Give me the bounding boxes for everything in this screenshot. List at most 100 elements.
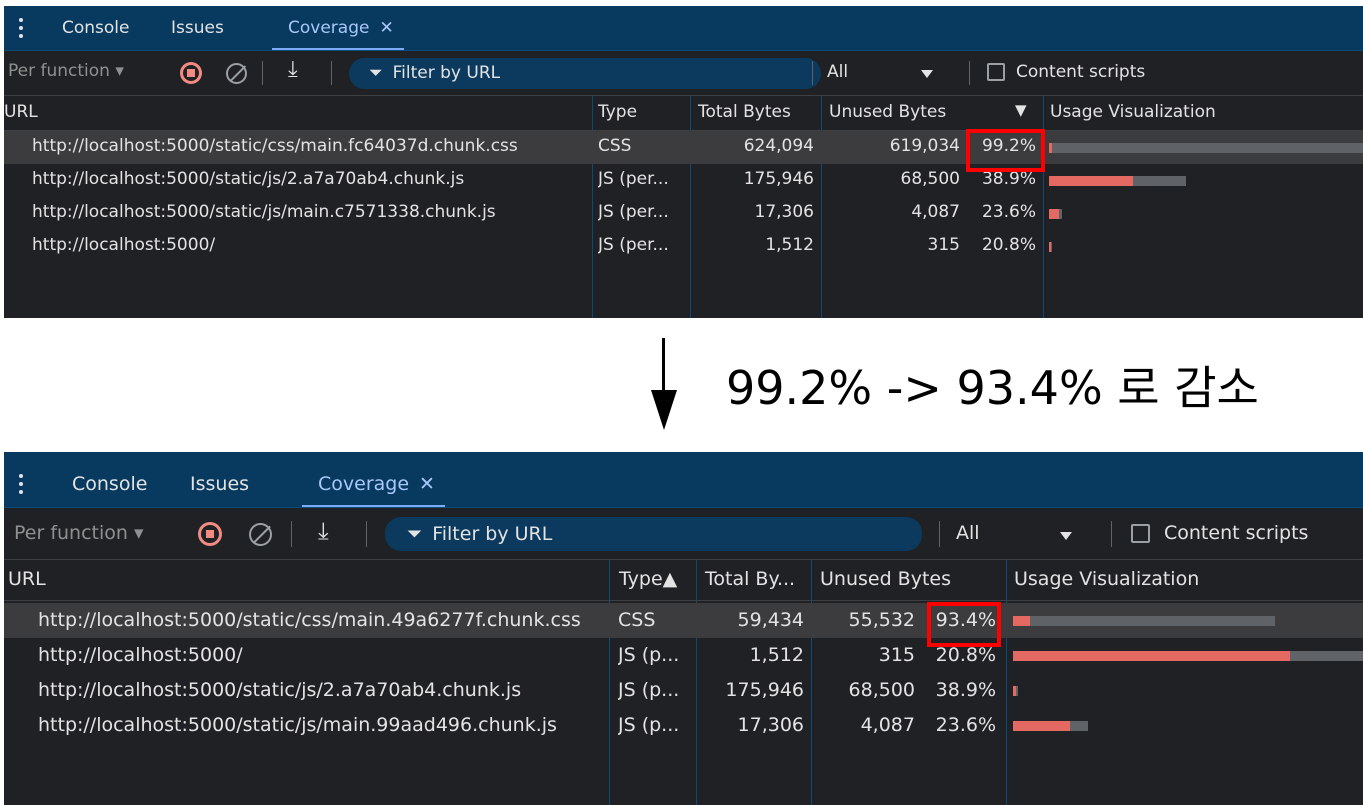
type-cell: JS (per... bbox=[598, 235, 669, 255]
usage-bar-used bbox=[1013, 650, 1291, 661]
usage-bar-unused bbox=[1051, 142, 1363, 153]
per-function-dropdown[interactable]: Per function ▾ bbox=[8, 61, 124, 81]
table-row[interactable]: http://localhost:5000/JS (per... 1,512 315… bbox=[4, 230, 1363, 263]
unused-percent-cell: 38.9% bbox=[981, 169, 1036, 189]
unused-percent-cell: 23.6% bbox=[981, 202, 1036, 222]
column-url[interactable]: URL bbox=[8, 568, 46, 590]
content-scripts-checkbox[interactable] bbox=[1131, 524, 1150, 543]
table-header: URL Type▲ Total By... Unused Bytes Usage… bbox=[4, 560, 1363, 601]
column-total-bytes[interactable]: Total Bytes bbox=[698, 102, 791, 122]
filter-icon: ⏷ bbox=[369, 63, 383, 83]
table-row[interactable]: http://localhost:5000/static/js/2.a7a70a… bbox=[4, 673, 1363, 708]
column-usage-visualization[interactable]: Usage Visualization bbox=[1050, 102, 1216, 122]
usage-bar-used bbox=[1013, 685, 1017, 696]
toolbar-divider bbox=[331, 61, 332, 85]
unused-percent-cell: 20.8% bbox=[935, 644, 996, 666]
tab-issues[interactable]: Issues bbox=[190, 452, 249, 507]
total-bytes-cell: 175,946 bbox=[725, 679, 804, 701]
clear-icon[interactable] bbox=[226, 63, 247, 84]
column-type[interactable]: Type▲ bbox=[619, 568, 677, 590]
tab-coverage-label: Coverage bbox=[318, 473, 410, 495]
download-icon[interactable]: ⤓ bbox=[288, 57, 298, 82]
unused-bytes-cell: 68,500 bbox=[848, 679, 915, 701]
highlight-box bbox=[927, 602, 1001, 647]
more-options-icon[interactable] bbox=[19, 18, 25, 38]
toolbar-divider bbox=[1111, 521, 1112, 547]
column-type[interactable]: Type bbox=[598, 102, 637, 122]
usage-bar bbox=[1049, 142, 1363, 153]
content-scripts-checkbox[interactable] bbox=[987, 63, 1005, 81]
table-row[interactable]: http://localhost:5000/static/js/2.a7a70a… bbox=[4, 164, 1363, 197]
drawer-tabbar: Console Issues Coverage ✕ bbox=[4, 6, 1363, 51]
close-icon[interactable]: ✕ bbox=[379, 18, 393, 38]
url-cell: http://localhost:5000/static/js/main.c75… bbox=[32, 202, 496, 222]
tab-console[interactable]: Console bbox=[72, 452, 147, 507]
chevron-down-icon[interactable] bbox=[921, 70, 933, 78]
sort-desc-icon: ▼ bbox=[1015, 101, 1027, 119]
per-function-dropdown[interactable]: Per function ▾ bbox=[14, 522, 144, 544]
tab-coverage[interactable]: Coverage ✕ bbox=[302, 452, 445, 507]
column-url[interactable]: URL bbox=[4, 102, 38, 122]
highlight-box bbox=[966, 129, 1045, 172]
coverage-toolbar: Per function ▾ ⤓ ⏷ Filter by URL All Cont… bbox=[4, 508, 1363, 560]
usage-bar-used bbox=[1049, 208, 1059, 219]
usage-bar bbox=[1013, 720, 1088, 731]
toolbar-divider bbox=[262, 61, 263, 85]
per-function-label: Per function bbox=[14, 522, 128, 544]
column-unused-bytes[interactable]: Unused Bytes bbox=[829, 102, 946, 122]
filter-placeholder: Filter by URL bbox=[392, 63, 501, 83]
usage-bar-unused bbox=[1058, 208, 1062, 219]
download-icon[interactable]: ⤓ bbox=[318, 517, 329, 545]
table-row[interactable]: http://localhost:5000/static/js/main.c75… bbox=[4, 197, 1363, 230]
table-row[interactable]: http://localhost:5000/static/css/main.49… bbox=[4, 603, 1363, 638]
record-stop-icon[interactable] bbox=[198, 522, 222, 546]
drawer-tabbar: Console Issues Coverage ✕ bbox=[4, 452, 1363, 508]
usage-bar bbox=[1013, 685, 1018, 696]
toolbar-divider bbox=[291, 521, 292, 547]
url-cell: http://localhost:5000/ bbox=[32, 235, 216, 255]
table-row[interactable]: http://localhost:5000/JS (p... 1,512 315 20… bbox=[4, 638, 1363, 673]
per-function-label: Per function bbox=[8, 61, 110, 81]
toolbar-divider bbox=[366, 521, 367, 547]
coverage-toolbar: Per function ▾ ⤓ ⏷ Filter by URL All Cont… bbox=[4, 51, 1363, 96]
usage-bar-used bbox=[1049, 175, 1133, 186]
type-select[interactable]: All bbox=[827, 62, 848, 82]
tab-coverage[interactable]: Coverage ✕ bbox=[272, 6, 404, 50]
more-options-icon[interactable] bbox=[19, 474, 25, 494]
total-bytes-cell: 17,306 bbox=[754, 202, 814, 222]
unused-percent-cell: 38.9% bbox=[935, 679, 996, 701]
column-total-bytes[interactable]: Total By... bbox=[705, 568, 795, 590]
toolbar-divider bbox=[969, 61, 970, 85]
column-usage-visualization[interactable]: Usage Visualization bbox=[1014, 568, 1199, 590]
type-select[interactable]: All bbox=[956, 522, 980, 544]
usage-bar-used bbox=[1049, 142, 1052, 153]
tab-console[interactable]: Console bbox=[62, 6, 130, 50]
usage-bar-unused bbox=[1016, 685, 1018, 696]
filter-by-url-input[interactable]: ⏷ Filter by URL bbox=[385, 517, 922, 551]
usage-bar bbox=[1049, 208, 1062, 219]
caption-text: 99.2% -> 93.4% 로 감소 bbox=[726, 361, 1259, 415]
close-icon[interactable]: ✕ bbox=[419, 473, 435, 495]
type-cell: JS (p... bbox=[618, 679, 680, 701]
usage-bar bbox=[1013, 650, 1363, 661]
table-row[interactable]: http://localhost:5000/static/css/main.fc… bbox=[4, 131, 1363, 164]
table-row[interactable]: http://localhost:5000/static/js/main.99a… bbox=[4, 708, 1363, 743]
unused-bytes-cell: 55,532 bbox=[848, 609, 915, 631]
toolbar-divider bbox=[939, 521, 940, 547]
usage-bar bbox=[1049, 241, 1052, 252]
record-stop-icon[interactable] bbox=[180, 62, 202, 84]
unused-bytes-cell: 619,034 bbox=[889, 136, 960, 156]
type-cell: JS (p... bbox=[618, 714, 680, 736]
clear-icon[interactable] bbox=[249, 523, 272, 546]
type-cell: JS (per... bbox=[598, 202, 669, 222]
content-scripts-label: Content scripts bbox=[1016, 62, 1146, 82]
filter-by-url-input[interactable]: ⏷ Filter by URL bbox=[349, 58, 821, 89]
chevron-down-icon[interactable] bbox=[1060, 532, 1072, 540]
type-cell: CSS bbox=[618, 609, 656, 631]
url-cell: http://localhost:5000/static/css/main.fc… bbox=[32, 136, 518, 156]
usage-bar-unused bbox=[1132, 175, 1186, 186]
tab-issues[interactable]: Issues bbox=[171, 6, 224, 50]
usage-bar-unused bbox=[1290, 650, 1363, 661]
column-unused-bytes[interactable]: Unused Bytes bbox=[820, 568, 951, 590]
url-cell: http://localhost:5000/static/css/main.49… bbox=[38, 609, 581, 631]
